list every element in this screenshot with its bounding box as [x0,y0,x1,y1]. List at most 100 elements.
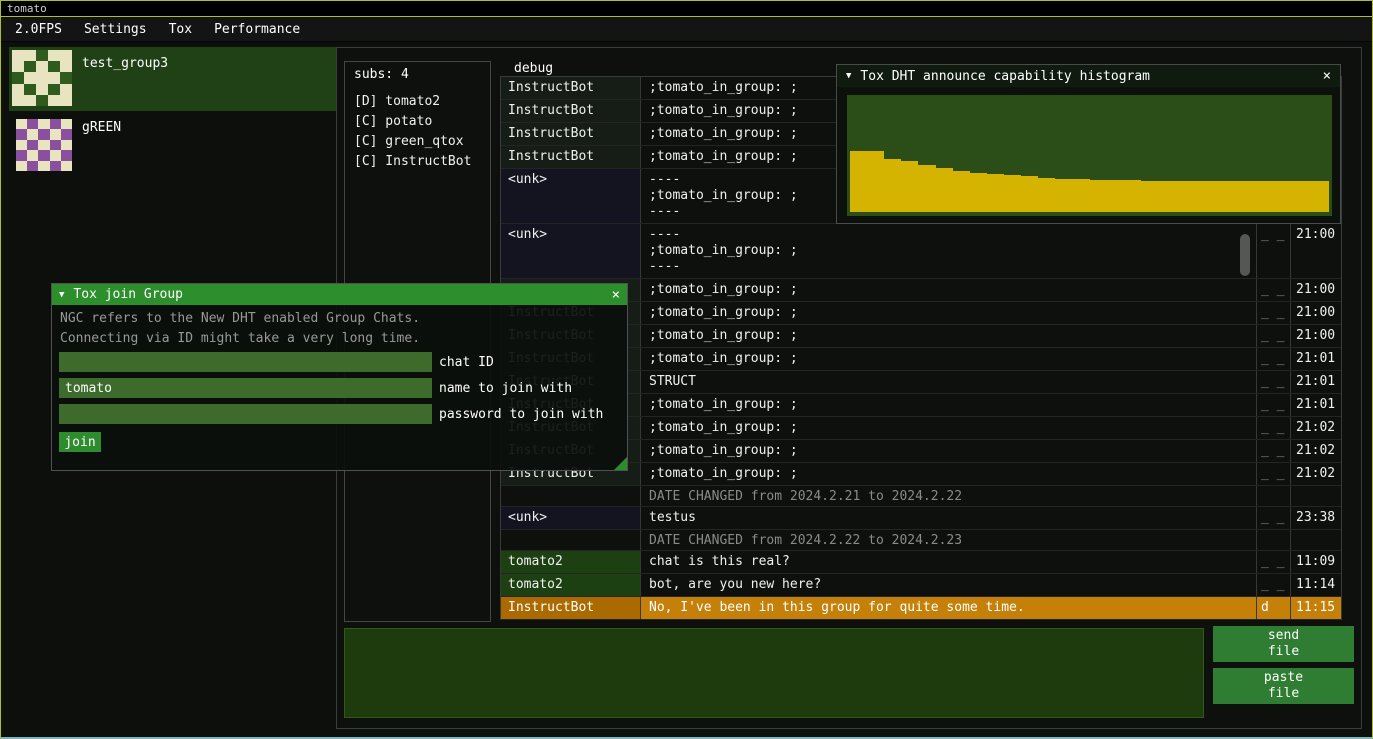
menu-item-tox[interactable]: Tox [158,18,203,41]
subs-item-potato[interactable]: [C] potato [345,112,490,132]
join-window-titlebar[interactable]: ▼ Tox join Group × [52,284,627,305]
message-cell: ;tomato_in_group: ; [641,348,1257,370]
group-item-gREEN[interactable]: gREEN [9,111,336,175]
join-description-line2: Connecting via ID might take a very long… [60,331,619,346]
join-name-input[interactable] [59,378,432,398]
histogram-bar [867,151,884,212]
menu-bar: 2.0FPSSettingsToxPerformance [1,18,1372,42]
message-cell: chat is this real? [641,551,1257,573]
histogram-bar [1226,181,1243,212]
group-item-test_group3[interactable]: test_group3 [9,47,336,111]
histogram-bar [987,174,1004,212]
identicon-cell [36,61,48,72]
identicon-cell [24,50,36,61]
sender-cell [501,530,641,550]
resize-grip[interactable] [614,457,627,470]
group-name: gREEN [82,120,121,175]
message-input[interactable] [344,628,1204,718]
marks-cell: _ _ [1257,574,1291,596]
identicon-cell [60,72,72,83]
histogram-bar [1055,179,1072,212]
close-icon[interactable]: × [612,287,620,303]
identicon-cell [60,61,72,72]
table-row: tomato2bot, are you new here?_ _11:14 [501,574,1341,597]
group-identicon [12,50,72,106]
time-cell: 21:00 [1291,279,1341,301]
histogram-bar [953,171,970,212]
histogram-window-titlebar[interactable]: ▼ Tox DHT announce capability histogram … [837,65,1340,87]
join-group-window: ▼ Tox join Group × NGC refers to the New… [51,283,628,471]
join-description-line1: NGC refers to the New DHT enabled Group … [60,311,619,326]
table-row: <unk>testus_ _23:38 [501,507,1341,530]
identicon-cell [12,72,24,83]
histogram-bar [970,173,987,212]
histogram-bar [1244,181,1261,212]
identicon-cell [24,61,36,72]
identicon-cell [16,150,27,160]
message-cell: No, I've been in this group for quite so… [641,597,1257,619]
time-cell: 11:14 [1291,574,1341,596]
send-file-button[interactable]: send file [1213,626,1354,662]
identicon-cell [38,161,49,171]
marks-cell: _ _ [1257,371,1291,393]
join-password-field-row: password to join with [59,404,620,424]
join-window-title: Tox join Group [73,287,183,302]
marks-cell: _ _ [1257,417,1291,439]
message-cell: DATE CHANGED from 2024.2.22 to 2024.2.23 [641,530,1257,550]
identicon-cell [50,150,61,160]
subs-item-InstructBot[interactable]: [C] InstructBot [345,152,490,172]
sender-cell: InstructBot [501,123,641,145]
marks-cell: _ _ [1257,325,1291,347]
sender-cell: InstructBot [501,77,641,99]
marks-cell: _ _ [1257,440,1291,462]
histogram-bar [1278,181,1295,212]
dht-histogram-window: ▼ Tox DHT announce capability histogram … [836,64,1341,224]
menu-item-performance[interactable]: Performance [203,18,311,41]
identicon-cell [16,140,27,150]
identicon-cell [12,84,24,95]
message-cell: ;tomato_in_group: ; [641,463,1257,485]
subs-item-green_qtox[interactable]: [C] green_qtox [345,132,490,152]
identicon-cell [27,140,38,150]
identicon-cell [60,50,72,61]
identicon-cell [61,161,72,171]
histogram-bar [1107,180,1124,212]
menu-item-settings[interactable]: Settings [73,18,158,41]
histogram-bar [1141,181,1158,212]
histogram-bar [1021,176,1038,212]
table-row: InstructBotNo, I've been in this group f… [501,597,1341,620]
join-button[interactable]: join [59,432,101,452]
time-cell: 23:38 [1291,507,1341,529]
time-cell: 21:00 [1291,224,1341,278]
identicon-cell [12,50,24,61]
histogram-bar [936,168,953,212]
histogram-bar [1312,181,1329,212]
histogram-bar [1175,181,1192,212]
identicon-cell [12,95,24,106]
marks-cell [1257,486,1291,506]
marks-cell: _ _ [1257,224,1291,278]
identicon-cell [24,95,36,106]
collapse-icon[interactable]: ▼ [846,71,851,81]
marks-cell [1257,530,1291,550]
message-cell: STRUCT [641,371,1257,393]
join-password-input[interactable] [59,404,432,424]
subs-item-tomato2[interactable]: [D] tomato2 [345,92,490,112]
paste-file-button[interactable]: paste file [1213,668,1354,704]
time-cell: 21:01 [1291,394,1341,416]
time-cell: 21:02 [1291,417,1341,439]
time-cell: 21:02 [1291,440,1341,462]
chat-id-input[interactable] [59,352,432,372]
identicon-cell [27,129,38,139]
chat-scrollbar[interactable] [1240,234,1250,276]
join-name-field-row: name to join with [59,378,620,398]
collapse-icon[interactable]: ▼ [59,290,64,300]
histogram-window-title: Tox DHT announce capability histogram [860,69,1150,84]
identicon-cell [36,84,48,95]
time-cell [1291,530,1341,550]
close-icon[interactable]: × [1323,68,1331,84]
sender-cell: tomato2 [501,551,641,573]
identicon-cell [50,161,61,171]
identicon-cell [48,84,60,95]
histogram-bar [850,151,867,212]
